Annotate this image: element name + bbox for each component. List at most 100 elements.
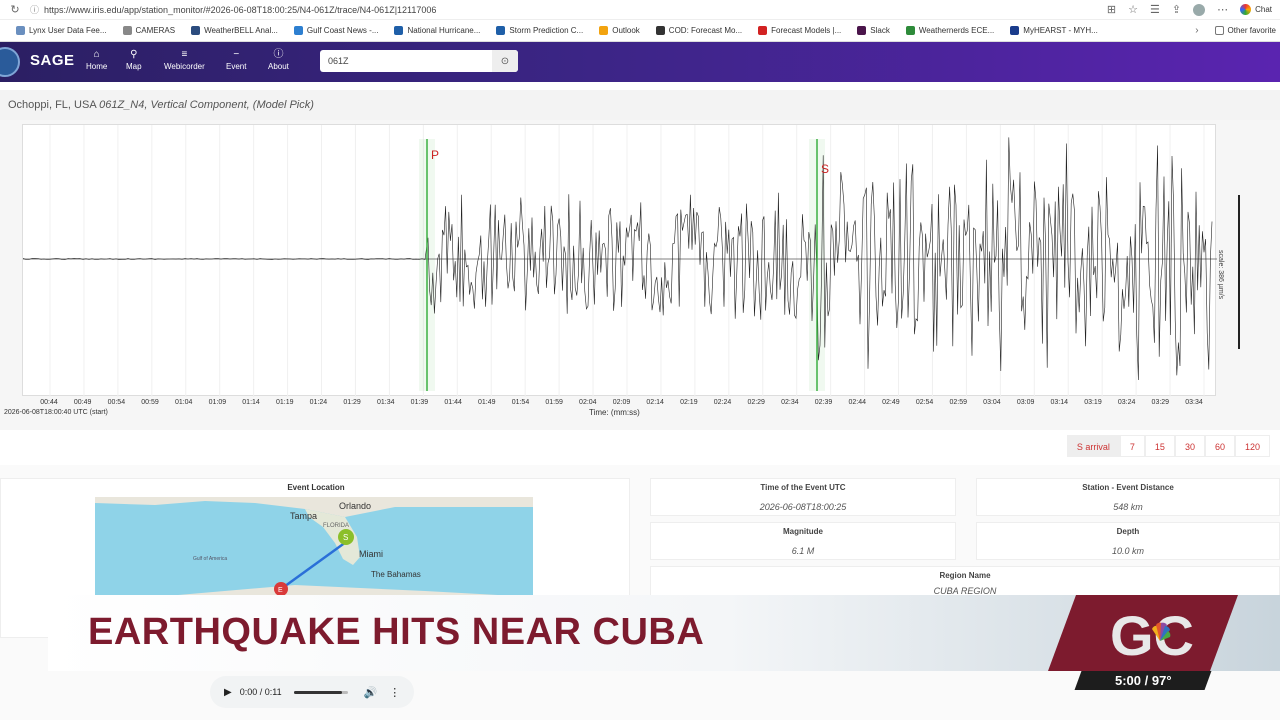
bookmark-favicon-icon xyxy=(1010,26,1020,35)
bookmark-label: Weathernerds ECE... xyxy=(918,26,995,35)
nav-label: Map xyxy=(126,62,142,71)
bookmark-favicon-icon xyxy=(655,26,665,35)
x-tick-label: 01:54 xyxy=(511,399,530,406)
bookmark-item[interactable]: CAMERAS xyxy=(122,26,176,35)
time-window-60-button[interactable]: 60 xyxy=(1204,435,1235,457)
x-tick-label: 02:09 xyxy=(612,399,631,406)
audio-menu-icon[interactable]: ⋮ xyxy=(389,686,400,699)
x-tick-label: 02:29 xyxy=(747,399,765,406)
x-axis-ticks: 00:44 00:49 00:54 00:59 01:04 01:09 01:14 01:19… xyxy=(0,399,1280,411)
bookmark-label: National Hurricane... xyxy=(407,26,481,35)
bookmarks-bar: Lynx User Data Fee... CAMERAS WeatherBELL … xyxy=(0,20,1280,42)
info-icon: ⓘ xyxy=(273,49,284,60)
bookmark-label: Outlook xyxy=(612,26,640,35)
site-info-icon[interactable]: ⓘ xyxy=(30,3,44,16)
nav-webicorder[interactable]: ≡ Webicorder xyxy=(164,48,205,71)
x-axis-label: Time: (mm:ss) xyxy=(589,408,640,417)
time-window-30-button[interactable]: 30 xyxy=(1174,435,1205,457)
depth-value: 10.0 km xyxy=(1111,546,1144,556)
volume-icon[interactable]: 🔊 xyxy=(364,686,378,699)
x-tick-label: 00:44 xyxy=(40,399,58,406)
audio-progress-bar[interactable] xyxy=(293,690,348,694)
time-window-7-button[interactable]: 7 xyxy=(1119,435,1145,457)
bookmark-item[interactable]: National Hurricane... xyxy=(394,26,480,35)
bookmark-item[interactable]: MyHEARST - MYH... xyxy=(1010,26,1098,35)
search-submit-icon[interactable]: ⊙ xyxy=(492,50,518,72)
x-tick-label: 00:59 xyxy=(141,399,159,406)
bookmark-favicon-icon xyxy=(599,26,609,35)
time-window-15-button[interactable]: 15 xyxy=(1144,435,1175,457)
x-tick-label: 01:24 xyxy=(309,399,328,406)
bookmark-item[interactable]: Outlook xyxy=(599,26,640,35)
seismogram-svg: PS xyxy=(22,125,1217,397)
bookmark-item[interactable]: WeatherBELL Anal... xyxy=(191,26,278,35)
event-time-value: 2026-06-08T18:00:25 xyxy=(759,502,847,512)
event-time-label: Time of the Event UTC xyxy=(760,483,846,492)
seismology-globe-logo-icon[interactable] xyxy=(0,47,20,77)
seismogram-plot[interactable]: PS xyxy=(22,124,1217,397)
extensions-icon[interactable]: ⊞ xyxy=(1107,3,1116,16)
bookmark-favicon-icon xyxy=(857,26,867,35)
x-tick-label: 01:34 xyxy=(376,399,395,406)
s-arrival-button[interactable]: S arrival xyxy=(1066,435,1120,457)
x-tick-label: 01:39 xyxy=(410,399,429,406)
bookmark-favicon-icon xyxy=(496,26,506,35)
bookmark-item[interactable]: Forecast Models |... xyxy=(758,26,841,35)
bookmark-label: Slack xyxy=(870,26,890,35)
copilot-chat-button[interactable]: Chat xyxy=(1240,4,1272,15)
amplitude-scale-label: scale: 386 µm/s xyxy=(1217,250,1224,300)
amplitude-scale-bar xyxy=(1238,195,1240,349)
bookmark-label: CAMERAS xyxy=(135,26,176,35)
profile-avatar[interactable] xyxy=(1193,3,1206,16)
nav-about[interactable]: ⓘ About xyxy=(268,48,289,71)
time-window-120-button[interactable]: 120 xyxy=(1234,435,1270,457)
start-time-label: 2026-06-08T18:00:40 UTC (start) xyxy=(4,409,108,416)
x-tick-label: 01:04 xyxy=(174,399,193,406)
bookmark-label: MyHEARST - MYH... xyxy=(1023,26,1098,35)
browser-address-bar: ↻ ⓘ https://www.iris.edu/app/station_mon… xyxy=(0,0,1280,20)
reload-icon[interactable]: ↻ xyxy=(0,3,30,16)
bookmark-item[interactable]: Slack xyxy=(857,26,890,35)
bookmark-label: WeatherBELL Anal... xyxy=(204,26,278,35)
distance-card: Station - Event Distance 548 km xyxy=(976,478,1280,516)
station-title: Ochoppi, FL, USA 061Z_N4, Vertical Compo… xyxy=(8,99,314,111)
favorite-star-icon[interactable]: ☆ xyxy=(1128,3,1138,16)
event-location-title: Event Location xyxy=(287,483,345,492)
play-icon[interactable]: ▶ xyxy=(224,687,232,698)
other-favorites[interactable]: Other favorite xyxy=(1214,26,1280,35)
nav-home[interactable]: ⌂ Home xyxy=(86,48,107,71)
more-icon[interactable]: ⋯ xyxy=(1217,3,1228,16)
x-tick-label: 03:29 xyxy=(1151,399,1170,406)
audio-progress-fill xyxy=(293,690,343,694)
home-icon: ⌂ xyxy=(93,49,100,60)
map-label-tampa: Tampa xyxy=(290,511,317,521)
map-label-bahamas: The Bahamas xyxy=(371,570,421,579)
sage-logo[interactable]: SAGE xyxy=(30,52,75,69)
bookmark-item[interactable]: Gulf Coast News -... xyxy=(293,26,378,35)
event-location-map[interactable]: S E Orlando Tampa FLORIDA Miami The Baha… xyxy=(95,497,533,597)
nav-event[interactable]: − Event xyxy=(226,48,246,71)
share-icon[interactable]: ⇪ xyxy=(1172,3,1181,16)
seismogram-panel: PS 00:44 00:49 00:54 00:59 01:04 01:09 01:14 01… xyxy=(0,120,1280,430)
region-label: Region Name xyxy=(939,571,991,580)
url-text[interactable]: https://www.iris.edu/app/station_monitor… xyxy=(44,5,1107,15)
audio-time: 0:00 / 0:11 xyxy=(239,687,282,697)
bookmark-item[interactable]: Storm Prediction C... xyxy=(496,26,583,35)
time-temperature-ticker: 5:00 / 97° xyxy=(1074,671,1212,690)
s-arrival-label: S xyxy=(821,162,829,176)
x-tick-label: 02:34 xyxy=(781,399,799,406)
station-search-input[interactable]: 061Z ⊙ xyxy=(320,50,518,72)
nav-map[interactable]: ⚲ Map xyxy=(126,48,142,71)
favorites-icon[interactable]: ☰ xyxy=(1150,3,1160,16)
bookmark-item[interactable]: Lynx User Data Fee... xyxy=(16,26,107,35)
bookmark-item[interactable]: Weathernerds ECE... xyxy=(905,26,995,35)
bookmark-item[interactable]: COD: Forecast Mo... xyxy=(655,26,742,35)
news-headline: EARTHQUAKE HITS NEAR CUBA xyxy=(88,611,705,653)
bookmark-favicon-icon xyxy=(16,26,25,35)
depth-label: Depth xyxy=(1116,527,1140,536)
copilot-icon xyxy=(1240,4,1252,15)
x-tick-label: 00:54 xyxy=(107,399,126,406)
bookmark-favicon-icon xyxy=(191,26,201,35)
bookmarks-overflow-chevron-icon[interactable]: › xyxy=(1195,25,1198,36)
map-label-gulf: Gulf of America xyxy=(193,556,227,562)
